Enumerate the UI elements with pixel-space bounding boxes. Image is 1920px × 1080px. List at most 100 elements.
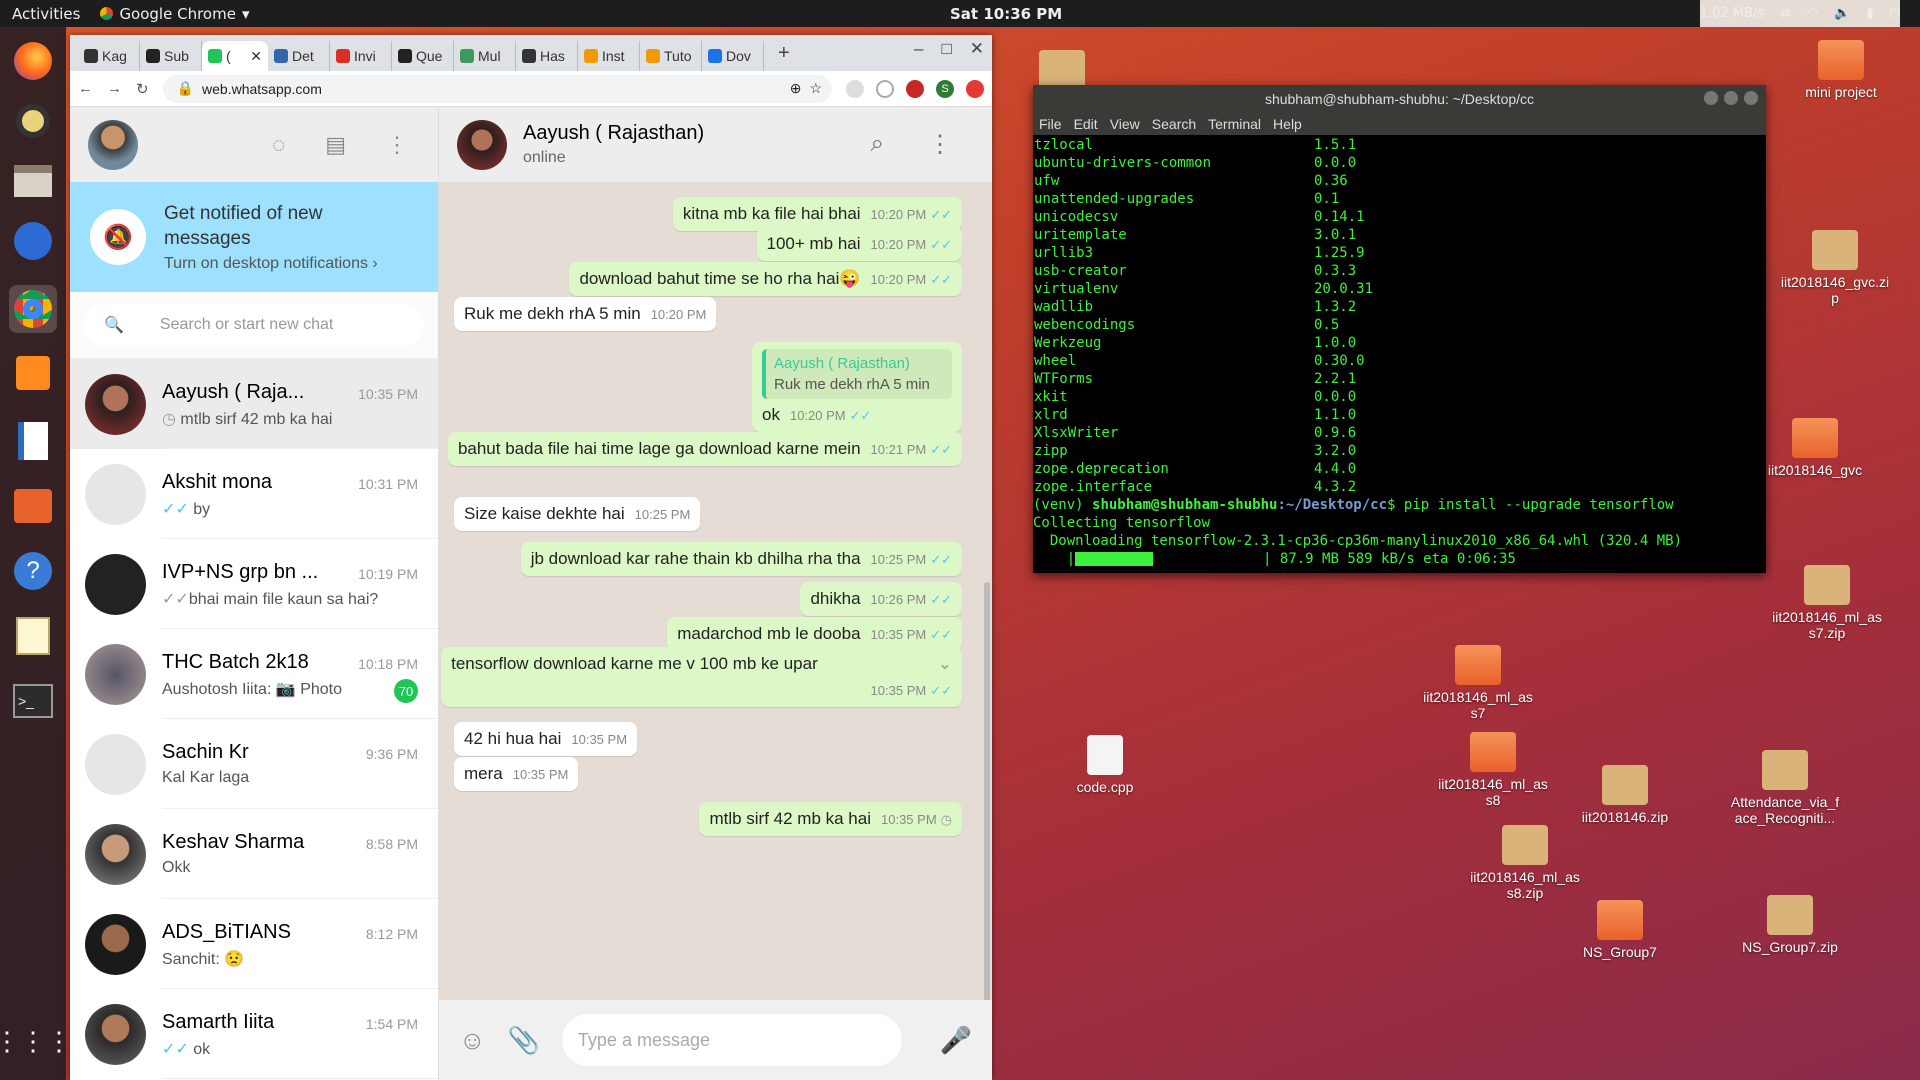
new-tab-button[interactable]: + [778, 42, 790, 65]
desktop-icon[interactable]: iit2018146_ml_ass7.zip [1772, 565, 1882, 641]
desktop-icon[interactable]: iit2018146_gvc.zip [1780, 230, 1890, 306]
attach-icon[interactable]: 📎 [508, 1025, 540, 1056]
thunderbird-icon[interactable] [9, 217, 57, 265]
outgoing-message[interactable]: tensorflow download karne me v 100 mb ke… [441, 647, 962, 707]
activities-button[interactable]: Activities [12, 5, 80, 23]
tab[interactable]: Sub [140, 41, 202, 71]
status-area[interactable]: 1.02 MB/s ⇄ ◠ 🔈 ▮ ⏻ [1699, 0, 1900, 27]
files-icon[interactable] [9, 157, 57, 205]
extension-icon[interactable] [846, 79, 864, 98]
desktop-icon[interactable]: Attendance_via_face_Recogniti... [1730, 750, 1840, 826]
incoming-message[interactable]: mera 10:35 PM [454, 757, 579, 791]
sublime-icon[interactable] [9, 349, 57, 397]
zoom-icon[interactable]: ⊕ [790, 80, 802, 97]
terminal-minimize-button[interactable] [1704, 91, 1718, 105]
terminal-titlebar[interactable]: shubham@shubham-shubhu: ~/Desktop/cc [1033, 85, 1766, 113]
tab[interactable]: (✕ [202, 41, 268, 71]
terminal-menu-item[interactable]: Terminal [1208, 116, 1261, 132]
terminal-menu-item[interactable]: File [1039, 116, 1062, 132]
my-avatar[interactable] [88, 119, 138, 170]
extension-icon[interactable] [876, 79, 894, 98]
terminal-close-button[interactable] [1744, 91, 1758, 105]
update-icon[interactable] [966, 79, 984, 98]
extension-icon[interactable] [906, 79, 924, 98]
address-bar[interactable]: 🔒 web.whatsapp.com ⊕ ☆ [162, 74, 832, 103]
terminal-menu-item[interactable]: Search [1152, 116, 1196, 132]
text-editor-icon[interactable] [9, 612, 57, 660]
terminal-menu-item[interactable]: View [1110, 116, 1140, 132]
tab[interactable]: Dov [702, 41, 764, 71]
outgoing-message[interactable]: mtlb sirf 42 mb ka hai 10:35 PM ◷ [699, 802, 962, 836]
desktop-icon[interactable]: NS_Group7.zip [1735, 895, 1845, 955]
outgoing-message[interactable]: bahut bada file hai time lage ga downloa… [447, 432, 962, 466]
chat-item[interactable]: IVP+NS grp bn ... 10:19 PM ✓✓bhai main f… [70, 539, 438, 629]
terminal-maximize-button[interactable] [1724, 91, 1738, 105]
desktop-icon[interactable]: iit2018146_ml_ass8.zip [1470, 825, 1580, 901]
chat-item[interactable]: Sachin Kr 9:36 PM Kal Kar laga [70, 719, 438, 809]
desktop-icon[interactable]: NS_Group7 [1565, 900, 1675, 960]
menu-icon[interactable]: ⋮ [386, 132, 408, 158]
close-button[interactable]: ✕ [970, 39, 984, 59]
back-button[interactable]: ← [78, 80, 93, 97]
tab-close-icon[interactable]: ✕ [250, 48, 262, 65]
chat-item[interactable]: ADS_BiTIANS 8:12 PM Sanchit: 😟 [70, 899, 438, 989]
tab[interactable]: Inst [578, 41, 640, 71]
profile-avatar[interactable]: S [936, 79, 954, 98]
terminal-menu-item[interactable]: Edit [1074, 116, 1098, 132]
star-icon[interactable]: ☆ [809, 80, 822, 97]
terminal-output[interactable]: tzlocal 1.5.1 ubuntu-drivers-common 0.0.0 uf… [1033, 135, 1766, 568]
reload-button[interactable]: ↻ [136, 80, 149, 98]
desktop-icon[interactable]: iit2018146.zip [1570, 765, 1680, 825]
conversation-menu-icon[interactable]: ⋮ [928, 130, 952, 159]
show-apps-icon[interactable]: ⋮⋮⋮ [0, 1017, 72, 1065]
outgoing-message[interactable]: 100+ mb hai 10:20 PM ✓✓ [756, 227, 962, 261]
terminal-icon[interactable]: >_ [9, 677, 57, 725]
chat-item[interactable]: THC Batch 2k18 10:18 PM Aushotosh Iiita:… [70, 629, 438, 719]
forward-button[interactable]: → [107, 80, 122, 97]
scrollbar[interactable] [984, 582, 990, 1022]
chrome-dock-icon[interactable] [9, 285, 57, 333]
desktop-icon[interactable]: iit2018146_ml_ass8 [1438, 732, 1548, 808]
rhythmbox-icon[interactable] [9, 97, 57, 145]
microphone-icon[interactable]: 🎤 [940, 1025, 972, 1056]
search-input[interactable]: 🔍 Search or start new chat [84, 304, 424, 346]
tab[interactable]: Que [392, 41, 454, 71]
message-input[interactable]: Type a message [561, 1014, 902, 1066]
help-icon[interactable]: ? [9, 547, 57, 595]
outgoing-message[interactable]: kitna mb ka file hai bhai 10:20 PM ✓✓ [672, 197, 962, 231]
tab[interactable]: Invi [330, 41, 392, 71]
tab[interactable]: Mul [454, 41, 516, 71]
outgoing-message[interactable]: jb download kar rahe thain kb dhilha rha… [520, 542, 962, 576]
incoming-message[interactable]: Size kaise dekhte hai 10:25 PM [454, 497, 701, 531]
writer-icon[interactable] [9, 417, 57, 465]
notification-link[interactable]: Turn on desktop notifications › [164, 255, 378, 273]
desktop-icon[interactable]: iit2018146_ml_ass7 [1423, 645, 1533, 721]
notification-banner[interactable]: 🔕 Get notified of new messages Turn on de… [70, 182, 438, 292]
emoji-icon[interactable]: ☺ [459, 1025, 486, 1056]
contact-avatar[interactable] [457, 119, 507, 170]
status-icon[interactable]: ◌ [272, 132, 285, 158]
search-messages-icon[interactable]: ⌕ [871, 130, 884, 159]
quoted-message[interactable]: Aayush ( Rajasthan) Ruk me dekh rhA 5 min [762, 349, 952, 399]
chat-item[interactable]: Keshav Sharma 8:58 PM Okk [70, 809, 438, 899]
outgoing-message[interactable]: madarchod mb le dooba 10:35 PM ✓✓ [667, 617, 962, 651]
minimize-button[interactable]: – [914, 39, 923, 59]
conversation-header[interactable]: Aayush ( Rajasthan) online ⌕ ⋮ [439, 107, 992, 182]
new-chat-icon[interactable]: ▤ [325, 132, 346, 158]
clock[interactable]: Sat 10:36 PM [950, 5, 1062, 23]
desktop-icon[interactable]: iit2018146_gvc [1760, 418, 1870, 478]
desktop-icon[interactable]: code.cpp [1050, 735, 1160, 795]
outgoing-message[interactable]: Aayush ( Rajasthan) Ruk me dekh rhA 5 min… [752, 342, 962, 432]
chat-item[interactable]: Aayush ( Raja... 10:35 PM ◷ mtlb sirf 42… [70, 359, 438, 449]
desktop-icon[interactable]: mini project [1786, 40, 1896, 100]
maximize-button[interactable]: □ [941, 39, 951, 59]
terminal-menu-item[interactable]: Help [1273, 116, 1302, 132]
app-menu[interactable]: Google Chrome ▾ [100, 5, 249, 23]
tab[interactable]: Has [516, 41, 578, 71]
outgoing-message[interactable]: dhikha 10:26 PM ✓✓ [800, 582, 962, 616]
chat-item[interactable]: Samarth Iiita 1:54 PM ✓✓ ok [70, 989, 438, 1079]
outgoing-message[interactable]: download bahut time se ho rha hai😜 10:20 … [569, 262, 962, 296]
tab[interactable]: Kag [78, 41, 140, 71]
chat-item[interactable]: Akshit mona 10:31 PM ✓✓ by [70, 449, 438, 539]
software-center-icon[interactable] [9, 482, 57, 530]
